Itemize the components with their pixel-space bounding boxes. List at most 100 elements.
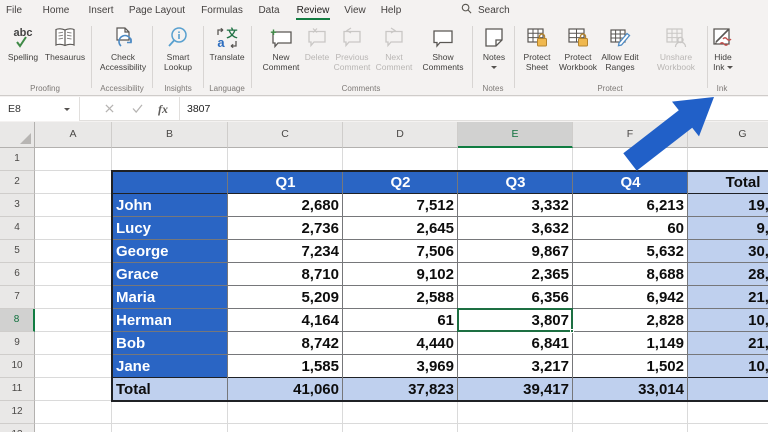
previous-comment-button[interactable]: Previous Comment [330,25,374,72]
row-header-13[interactable]: 13 [0,424,35,432]
row-header-1[interactable]: 1 [0,148,35,171]
cell-E7[interactable]: 6,356 [458,286,573,309]
check-accessibility-button[interactable]: Check Accessibility [93,25,153,72]
tab-home[interactable]: Home [38,0,74,22]
cell-D11[interactable]: 37,823 [343,378,458,401]
cell-C6[interactable]: 8,710 [228,263,343,286]
row-header-9[interactable]: 9 [0,332,35,355]
hide-ink-button[interactable]: Hide Ink [706,25,740,72]
row-header-10[interactable]: 10 [0,355,35,378]
row-header-8[interactable]: 8 [0,309,35,332]
cell-G10[interactable]: 10,273 [688,355,768,378]
cell-B7[interactable]: Maria [112,286,228,309]
cell-F4[interactable]: 60 [573,217,688,240]
cell-D4[interactable]: 2,645 [343,217,458,240]
tab-data[interactable]: Data [254,0,284,22]
name-box[interactable]: E8 [0,97,80,121]
tab-page-layout[interactable]: Page Layout [126,0,188,22]
row-header-3[interactable]: 3 [0,194,35,217]
unshare-workbook-button[interactable]: Unshare Workbook [651,25,701,72]
cell-B3[interactable]: John [112,194,228,217]
tab-view[interactable]: View [340,0,370,22]
cell-G9[interactable]: 21,172 [688,332,768,355]
cell-B6[interactable]: Grace [112,263,228,286]
cell-F8[interactable]: 2,828 [573,309,688,332]
allow-edit-ranges-button[interactable]: Allow Edit Ranges [594,25,646,72]
row-header-12[interactable]: 12 [0,401,35,424]
show-comments-button[interactable]: Show Comments [418,25,468,72]
notes-button[interactable]: Notes [474,25,514,72]
cell-E9[interactable]: 6,841 [458,332,573,355]
cell-G4[interactable]: 9,073 [688,217,768,240]
row-header-7[interactable]: 7 [0,286,35,309]
row-header-6[interactable]: 6 [0,263,35,286]
tab-review[interactable]: Review [293,0,333,22]
cell-F9[interactable]: 1,149 [573,332,688,355]
cell-G11[interactable] [688,378,768,401]
cell-C4[interactable]: 2,736 [228,217,343,240]
tab-help[interactable]: Help [376,0,406,22]
new-comment-button[interactable]: New Comment [258,25,304,72]
select-all-corner[interactable] [0,122,35,148]
cell-G2[interactable]: Total [688,171,768,194]
tab-formulas[interactable]: Formulas [196,0,248,22]
cell-D3[interactable]: 7,512 [343,194,458,217]
cell-G3[interactable]: 19,737 [688,194,768,217]
cell-B4[interactable]: Lucy [112,217,228,240]
column-header-D[interactable]: D [343,122,458,148]
column-header-G[interactable]: G [688,122,768,148]
cell-C7[interactable]: 5,209 [228,286,343,309]
cell-E3[interactable]: 3,332 [458,194,573,217]
cell-D2[interactable]: Q2 [343,171,458,194]
cell-B8[interactable]: Herman [112,309,228,332]
cell-B2[interactable] [112,171,228,194]
cell-C11[interactable]: 41,060 [228,378,343,401]
cell-E2[interactable]: Q3 [458,171,573,194]
cell-B5[interactable]: George [112,240,228,263]
cell-E4[interactable]: 3,632 [458,217,573,240]
thesaurus-button[interactable]: Thesaurus [40,25,90,62]
column-header-C[interactable]: C [228,122,343,148]
protect-sheet-button[interactable]: Protect Sheet [517,25,557,72]
tab-insert[interactable]: Insert [83,0,119,22]
cell-E11[interactable]: 39,417 [458,378,573,401]
smart-lookup-button[interactable]: Smart Lookup [156,25,200,72]
cell-E5[interactable]: 9,867 [458,240,573,263]
column-header-E[interactable]: E [458,122,573,148]
cell-C9[interactable]: 8,742 [228,332,343,355]
cell-C8[interactable]: 4,164 [228,309,343,332]
cell-E6[interactable]: 2,365 [458,263,573,286]
cell-G5[interactable]: 30,239 [688,240,768,263]
formula-bar-input[interactable]: 3807 [187,97,210,121]
next-comment-button[interactable]: Next Comment [372,25,416,72]
cell-E10[interactable]: 3,217 [458,355,573,378]
cell-D9[interactable]: 4,440 [343,332,458,355]
cell-F6[interactable]: 8,688 [573,263,688,286]
cell-D10[interactable]: 3,969 [343,355,458,378]
row-header-2[interactable]: 2 [0,171,35,194]
cell-F11[interactable]: 33,014 [573,378,688,401]
search-box[interactable]: Search [461,0,510,22]
cell-F2[interactable]: Q4 [573,171,688,194]
cell-C2[interactable]: Q1 [228,171,343,194]
cell-F10[interactable]: 1,502 [573,355,688,378]
cell-B9[interactable]: Bob [112,332,228,355]
cell-C10[interactable]: 1,585 [228,355,343,378]
cell-C5[interactable]: 7,234 [228,240,343,263]
enter-icon[interactable] [126,97,148,121]
column-header-A[interactable]: A [35,122,112,148]
insert-function-icon[interactable]: fx [152,97,174,121]
cell-C3[interactable]: 2,680 [228,194,343,217]
tab-file[interactable]: File [1,0,27,22]
cancel-icon[interactable] [98,97,120,121]
fill-handle[interactable] [570,329,574,333]
cell-B11[interactable]: Total [112,378,228,401]
translate-button[interactable]: 文 a Translate [202,25,252,62]
row-header-5[interactable]: 5 [0,240,35,263]
cell-D7[interactable]: 2,588 [343,286,458,309]
cell-G6[interactable]: 28,865 [688,263,768,286]
cell-F3[interactable]: 6,213 [573,194,688,217]
cell-G7[interactable]: 21,095 [688,286,768,309]
column-header-F[interactable]: F [573,122,688,148]
row-header-4[interactable]: 4 [0,217,35,240]
